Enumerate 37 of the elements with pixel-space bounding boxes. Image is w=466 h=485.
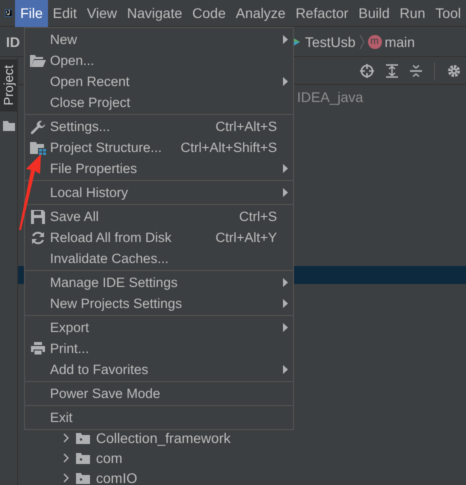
menu-item[interactable]: Add to Favorites — [25, 359, 293, 380]
menu-bar-item[interactable]: Code — [187, 0, 231, 26]
menu-item[interactable]: Print... — [25, 338, 293, 359]
menu-bar-item[interactable]: Analyze — [230, 0, 291, 26]
breadcrumb-item[interactable]: main — [384, 34, 415, 50]
menu-item[interactable]: Manage IDE Settings — [25, 272, 293, 293]
menu-item[interactable]: New Projects Settings — [25, 293, 293, 314]
menu-bar-item[interactable]: Refactor — [290, 0, 354, 26]
project-tool-tab[interactable]: Project — [0, 59, 17, 112]
menu-item[interactable]: Invalidate Caches... — [25, 248, 293, 269]
menu-bar-item[interactable]: View — [82, 0, 122, 26]
menu-item[interactable]: Local History — [25, 182, 293, 203]
menu-item[interactable]: File Properties — [25, 158, 293, 179]
menu-item[interactable]: Save All Ctrl+S — [25, 206, 293, 227]
menu-item[interactable]: Close Project — [25, 92, 293, 113]
tree-item[interactable]: comIO — [96, 470, 138, 485]
menu-bar-item[interactable]: Navigate — [122, 0, 188, 26]
menu-bar-item[interactable]: Tool — [430, 0, 466, 26]
menu-item[interactable]: Exit — [25, 407, 293, 428]
menu-item[interactable]: Open Recent — [25, 71, 293, 92]
menu-bar-item[interactable]: Run — [394, 0, 430, 26]
breadcrumb-item[interactable]: TestUsb — [305, 34, 356, 50]
menu-item[interactable]: Export — [25, 317, 293, 338]
menu-bar-item[interactable]: File — [15, 0, 48, 26]
menu-item[interactable]: Reload All from Disk Ctrl+Alt+Y — [25, 227, 293, 248]
tree-item[interactable]: com — [96, 450, 122, 466]
project-name: ID — [6, 34, 20, 50]
tree-root-label[interactable]: IDEA_java — [297, 87, 466, 107]
method-badge: m — [368, 34, 382, 48]
menu-item[interactable]: New — [25, 29, 293, 50]
tree-item[interactable]: Collection_framework — [96, 430, 231, 446]
menu-bar-item[interactable]: Edit — [48, 0, 82, 26]
menu-item[interactable]: Open... — [25, 50, 293, 71]
menu-item[interactable]: Project Structure... Ctrl+Alt+Shift+S — [25, 137, 293, 158]
menu-item[interactable]: Power Save Mode — [25, 383, 293, 404]
menu-bar-item[interactable]: Build — [353, 0, 395, 26]
menu-item[interactable]: Settings... Ctrl+Alt+S — [25, 116, 293, 137]
